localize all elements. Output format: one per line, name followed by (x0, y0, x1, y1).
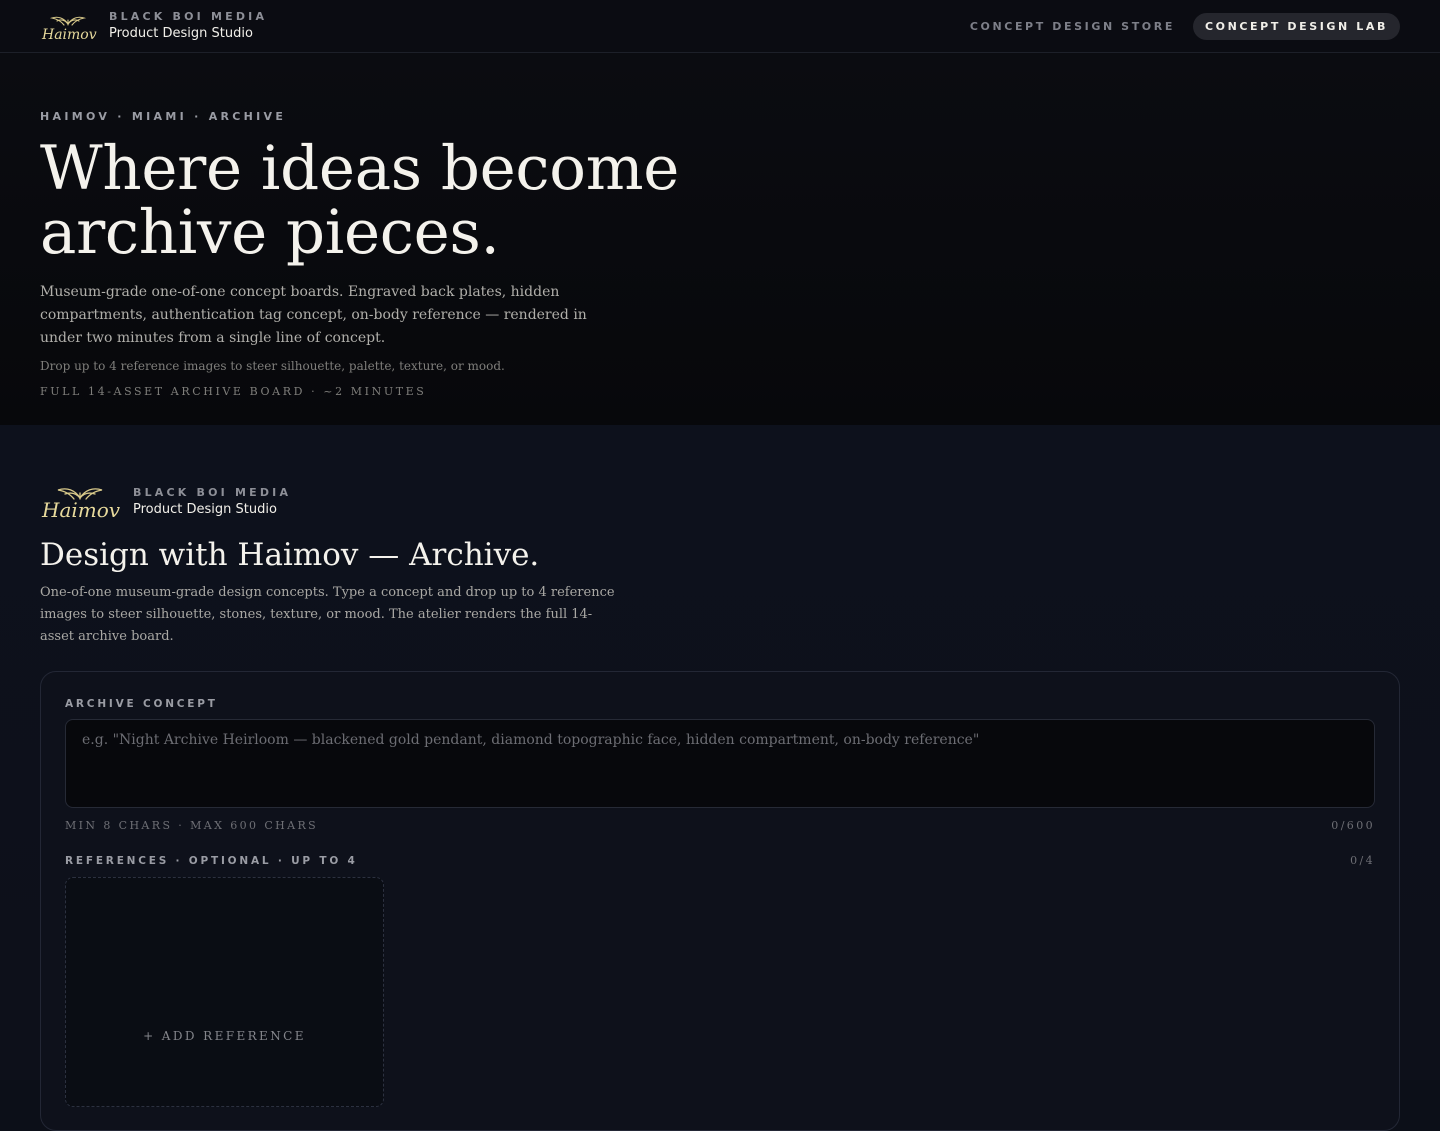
references-count: 0/4 (1350, 854, 1375, 867)
brand-name: Product Design Studio (109, 26, 253, 41)
add-reference-dropzone[interactable]: + ADD REFERENCE (65, 877, 384, 1107)
section-brand-name: Product Design Studio (133, 501, 277, 517)
hero-note: Drop up to 4 reference images to steer s… (40, 359, 505, 373)
section-brand-kicker: BLACK BOI MEDIA (133, 485, 292, 499)
nav-concept-design-store[interactable]: CONCEPT DESIGN STORE (958, 13, 1187, 40)
main-nav: CONCEPT DESIGN STORE CONCEPT DESIGN LAB (958, 13, 1400, 40)
section-brand-text: BLACK BOI MEDIA Product Design Studio (133, 486, 291, 519)
top-bar: Haimov BLACK BOI MEDIA Product Design St… (0, 0, 1440, 53)
archive-concept-label: ARCHIVE CONCEPT (65, 698, 218, 710)
brand[interactable]: Haimov BLACK BOI MEDIA Product Design St… (40, 10, 267, 43)
concept-char-count: 0/600 (1331, 819, 1375, 832)
archive-concept-input[interactable] (65, 719, 1375, 808)
hero-kicker: HAIMOV · MIAMI · ARCHIVE (40, 110, 287, 123)
add-reference-label: + ADD REFERENCE (143, 1029, 306, 1043)
hero-meta: FULL 14-ASSET ARCHIVE BOARD · ~2 MINUTES (40, 385, 427, 398)
haimov-logo-icon: Haimov (41, 488, 121, 521)
section-description: One-of-one museum-grade design concepts.… (40, 585, 615, 644)
svg-text:Haimov: Haimov (41, 498, 121, 521)
design-section: Haimov BLACK BOI MEDIA Product Design St… (0, 425, 1440, 1131)
hero-description: Museum-grade one-of-one concept boards. … (40, 284, 587, 346)
concept-char-hint: MIN 8 CHARS · MAX 600 CHARS (65, 819, 319, 832)
svg-text:Haimov: Haimov (41, 27, 97, 42)
references-label: REFERENCES · OPTIONAL · UP TO 4 (65, 855, 358, 867)
concept-form-panel: ARCHIVE CONCEPT MIN 8 CHARS · MAX 600 CH… (40, 671, 1400, 1131)
brand-kicker: BLACK BOI MEDIA (109, 10, 268, 23)
haimov-logo-icon: Haimov (41, 16, 97, 42)
brand-text: BLACK BOI MEDIA Product Design Studio (109, 10, 267, 43)
section-brand: Haimov BLACK BOI MEDIA Product Design St… (40, 483, 291, 522)
nav-concept-design-lab[interactable]: CONCEPT DESIGN LAB (1192, 13, 1400, 40)
hero-title: Where ideas become archive pieces. (40, 133, 680, 268)
section-title: Design with Haimov — Archive. (40, 537, 540, 573)
hero: HAIMOV · MIAMI · ARCHIVE Where ideas bec… (0, 53, 1440, 425)
